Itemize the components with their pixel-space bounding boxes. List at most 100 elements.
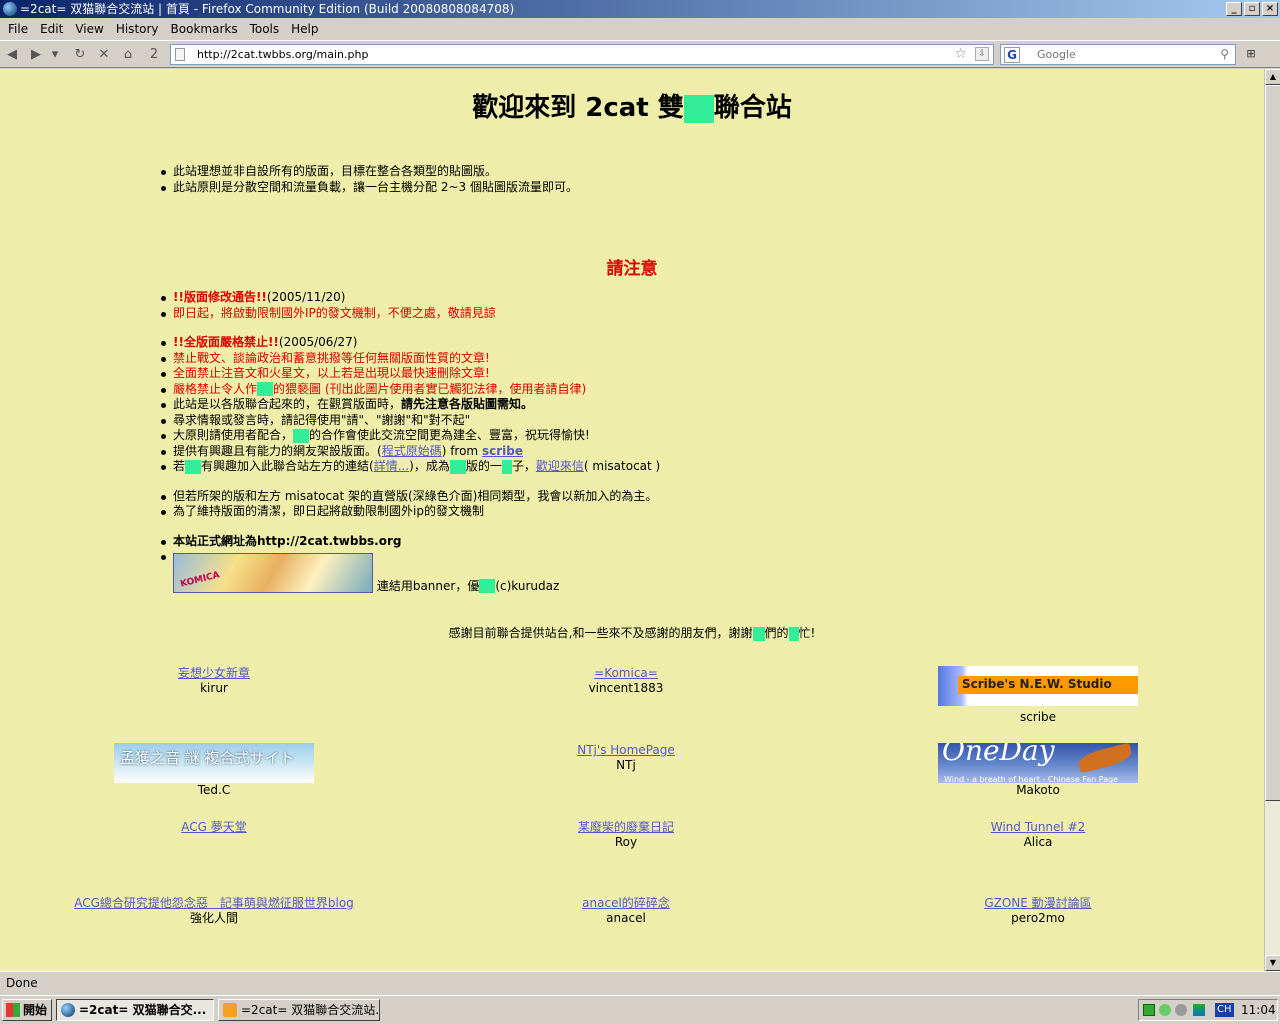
site-link[interactable]: 某廢柴的廢棄日記 bbox=[578, 820, 674, 834]
url-input[interactable] bbox=[197, 47, 937, 62]
status-bar: Done bbox=[0, 971, 1280, 995]
rule-item: 提供有興趣且有能力的網友架設版面。(程式原始碼) from scribe bbox=[160, 443, 660, 460]
menu-help[interactable]: Help bbox=[287, 22, 322, 36]
notice-date: (2005/06/27) bbox=[278, 335, 358, 349]
scribe-banner[interactable]: Scribe's N.E.W. Studio bbox=[938, 666, 1138, 706]
site-owner: anacel bbox=[606, 911, 646, 925]
caption-pre: 連結用banner，優 bbox=[376, 578, 480, 593]
meng-banner[interactable]: 孟獲之音 謎 複合式サイト bbox=[114, 743, 314, 783]
menu-history[interactable]: History bbox=[112, 22, 163, 36]
search-bar[interactable]: G ⚲ bbox=[1000, 44, 1236, 65]
thanks-pre: 感謝目前聯合提供站台,和一些來不及感謝的朋友們，謝謝 bbox=[448, 626, 753, 640]
start-button[interactable]: 開始 bbox=[2, 999, 52, 1021]
contact-link[interactable]: 歡迎來信 bbox=[536, 459, 584, 473]
rule-text: 版的一 bbox=[465, 459, 502, 473]
scroll-up-arrow-icon[interactable]: ▲ bbox=[1265, 69, 1280, 85]
url-bar[interactable]: ☆ ⇩ bbox=[170, 44, 994, 65]
language-indicator[interactable]: CH bbox=[1215, 1003, 1234, 1017]
reload-icon[interactable]: ↻ bbox=[72, 47, 88, 63]
search-input[interactable] bbox=[1037, 47, 1207, 62]
site-banner-image[interactable]: KOMICA bbox=[173, 553, 373, 593]
task-label: =2cat= 双猫聯合交... bbox=[79, 1003, 207, 1017]
site-link[interactable]: anacel的碎碎念 bbox=[582, 896, 670, 910]
menu-file[interactable]: File bbox=[4, 22, 32, 36]
forward-icon[interactable]: ▶ bbox=[28, 47, 44, 63]
tray-speaker-icon[interactable] bbox=[1175, 1004, 1187, 1016]
menu-bar: File Edit View History Bookmarks Tools H… bbox=[0, 18, 1280, 39]
site-link[interactable]: ACG總合研究提他怨念惡 記事萌與燃征服世界blog bbox=[74, 896, 354, 910]
stop-icon[interactable]: ✕ bbox=[96, 47, 112, 63]
oneday-banner[interactable]: OneDay Wind - a breath of heart - Chinese… bbox=[938, 743, 1138, 783]
site-cell: 妄想少女新章 kirur bbox=[94, 666, 334, 696]
search-engine-icon[interactable]: G bbox=[1004, 47, 1020, 63]
banner-logo-text: KOMICA bbox=[179, 570, 221, 590]
censor-block bbox=[185, 459, 202, 474]
rule-text: 此站是以各版聯合起來的，在觀賞版面時， bbox=[173, 397, 402, 411]
banner-text: 孟獲之音 謎 複合式サイト bbox=[120, 749, 295, 767]
rule-item: 此站是以各版聯合起來的，在觀賞版面時，請先注意各版貼圖需知。 bbox=[160, 397, 660, 413]
site-link[interactable]: 妄想少女新章 bbox=[178, 666, 250, 680]
menu-tools[interactable]: Tools bbox=[246, 22, 284, 36]
censor-block bbox=[752, 626, 765, 641]
site-link[interactable]: =Komica= bbox=[594, 666, 658, 680]
site-link[interactable]: ACG 夢天堂 bbox=[181, 820, 247, 834]
minimize-button[interactable]: _ bbox=[1226, 2, 1242, 16]
go-icon[interactable]: ⇩ bbox=[975, 47, 989, 61]
spacer bbox=[173, 520, 660, 534]
firefox-icon bbox=[61, 1003, 75, 1017]
notice-text: 全面禁止注音文和火星文，以上若是出現以最快速刪除文章! bbox=[160, 366, 660, 382]
close-button[interactable]: × bbox=[1262, 2, 1278, 16]
site-link[interactable]: Wind Tunnel #2 bbox=[991, 820, 1086, 834]
site-owner: pero2mo bbox=[1011, 911, 1065, 925]
back-icon[interactable]: ◀ bbox=[4, 47, 20, 63]
notice-text: 即日起，將啟動限制國外IP的發文機制，不便之處，敬請見諒 bbox=[160, 306, 660, 322]
intro-list: 此站理想並非自設所有的版面，目標在整合各類型的貼圖版。 此站原則是分散空間和流量… bbox=[161, 164, 578, 195]
history-dropdown-icon[interactable]: ▾ bbox=[50, 47, 60, 63]
source-code-link[interactable]: 程式原始碼 bbox=[382, 444, 442, 458]
extension-icon[interactable]: ⊞ bbox=[1243, 47, 1259, 63]
menu-view[interactable]: View bbox=[71, 22, 107, 36]
rule-text: ) from bbox=[441, 443, 482, 458]
home-icon[interactable]: ⌂ bbox=[120, 47, 136, 63]
site-cell: NTj's HomePage NTj bbox=[506, 743, 746, 773]
bookmark-star-icon[interactable]: ☆ bbox=[954, 46, 967, 62]
scroll-down-arrow-icon[interactable]: ▼ bbox=[1265, 955, 1280, 971]
thanks-text: 感謝目前聯合提供站台,和一些來不及感謝的朋友們，謝謝 們的 忙! bbox=[0, 624, 1264, 641]
notice-title: !!全版面嚴格禁止!! bbox=[173, 335, 279, 349]
notice-title: !!版面修改通告!! bbox=[173, 290, 267, 304]
tray-eye-icon[interactable] bbox=[1159, 1004, 1171, 1016]
tray-app-icon[interactable] bbox=[1143, 1004, 1155, 1016]
start-label: 開始 bbox=[23, 1003, 48, 1017]
rule-text: 的合作會使此交流空間更為建全、豐富，祝玩得愉快! bbox=[309, 428, 590, 442]
details-link[interactable]: 詳情... bbox=[374, 459, 409, 473]
maximize-button[interactable]: ▫ bbox=[1244, 2, 1260, 16]
official-url: 本站正式網址為http://2cat.twbbs.org bbox=[160, 534, 660, 550]
site-owner: Alica bbox=[1023, 835, 1053, 849]
site-owner: Ted.C bbox=[197, 783, 231, 797]
window-controls: _ ▫ × bbox=[1226, 2, 1278, 16]
system-tray: CH 11:04 bbox=[1138, 999, 1278, 1021]
site-owner: kirur bbox=[200, 681, 228, 695]
menu-edit[interactable]: Edit bbox=[36, 22, 67, 36]
site-link[interactable]: GZONE 動漫討論區 bbox=[984, 896, 1091, 910]
rule-text: 大原則請使用者配合， bbox=[173, 428, 294, 442]
site-link[interactable]: NTj's HomePage bbox=[577, 743, 675, 757]
menu-bookmarks[interactable]: Bookmarks bbox=[167, 22, 242, 36]
site-cell: anacel的碎碎念 anacel bbox=[506, 896, 746, 926]
rule-bold: 請先注意各版貼圖需知。 bbox=[401, 397, 534, 411]
banner-plane bbox=[1076, 743, 1134, 774]
scroll-thumb[interactable] bbox=[1265, 85, 1280, 801]
tab-count[interactable]: 2 bbox=[146, 47, 162, 63]
tray-network-icon[interactable] bbox=[1193, 1004, 1205, 1016]
search-icon[interactable]: ⚲ bbox=[1220, 47, 1229, 61]
site-cell: 某廢柴的廢棄日記 Roy bbox=[506, 820, 746, 850]
page-title: 歡迎來到 2cat 雙聯合站 bbox=[0, 87, 1264, 124]
site-cell: ACG總合研究提他怨念惡 記事萌與燃征服世界blog 強化人間 bbox=[34, 896, 394, 926]
page-content: 歡迎來到 2cat 雙聯合站 此站理想並非自設所有的版面，目標在整合各類型的貼圖… bbox=[0, 69, 1264, 971]
vertical-scrollbar[interactable]: ▲ ▼ bbox=[1264, 69, 1280, 971]
banner-caption: 連結用banner，優 (c)kurudaz bbox=[377, 579, 559, 593]
taskbar-item-firefox[interactable]: =2cat= 双猫聯合交... bbox=[56, 999, 214, 1021]
scribe-link[interactable]: scribe bbox=[482, 444, 523, 458]
taskbar-item-window[interactable]: =2cat= 双猫聯合交流站... bbox=[218, 999, 380, 1021]
site-owner: vincent1883 bbox=[588, 681, 664, 695]
